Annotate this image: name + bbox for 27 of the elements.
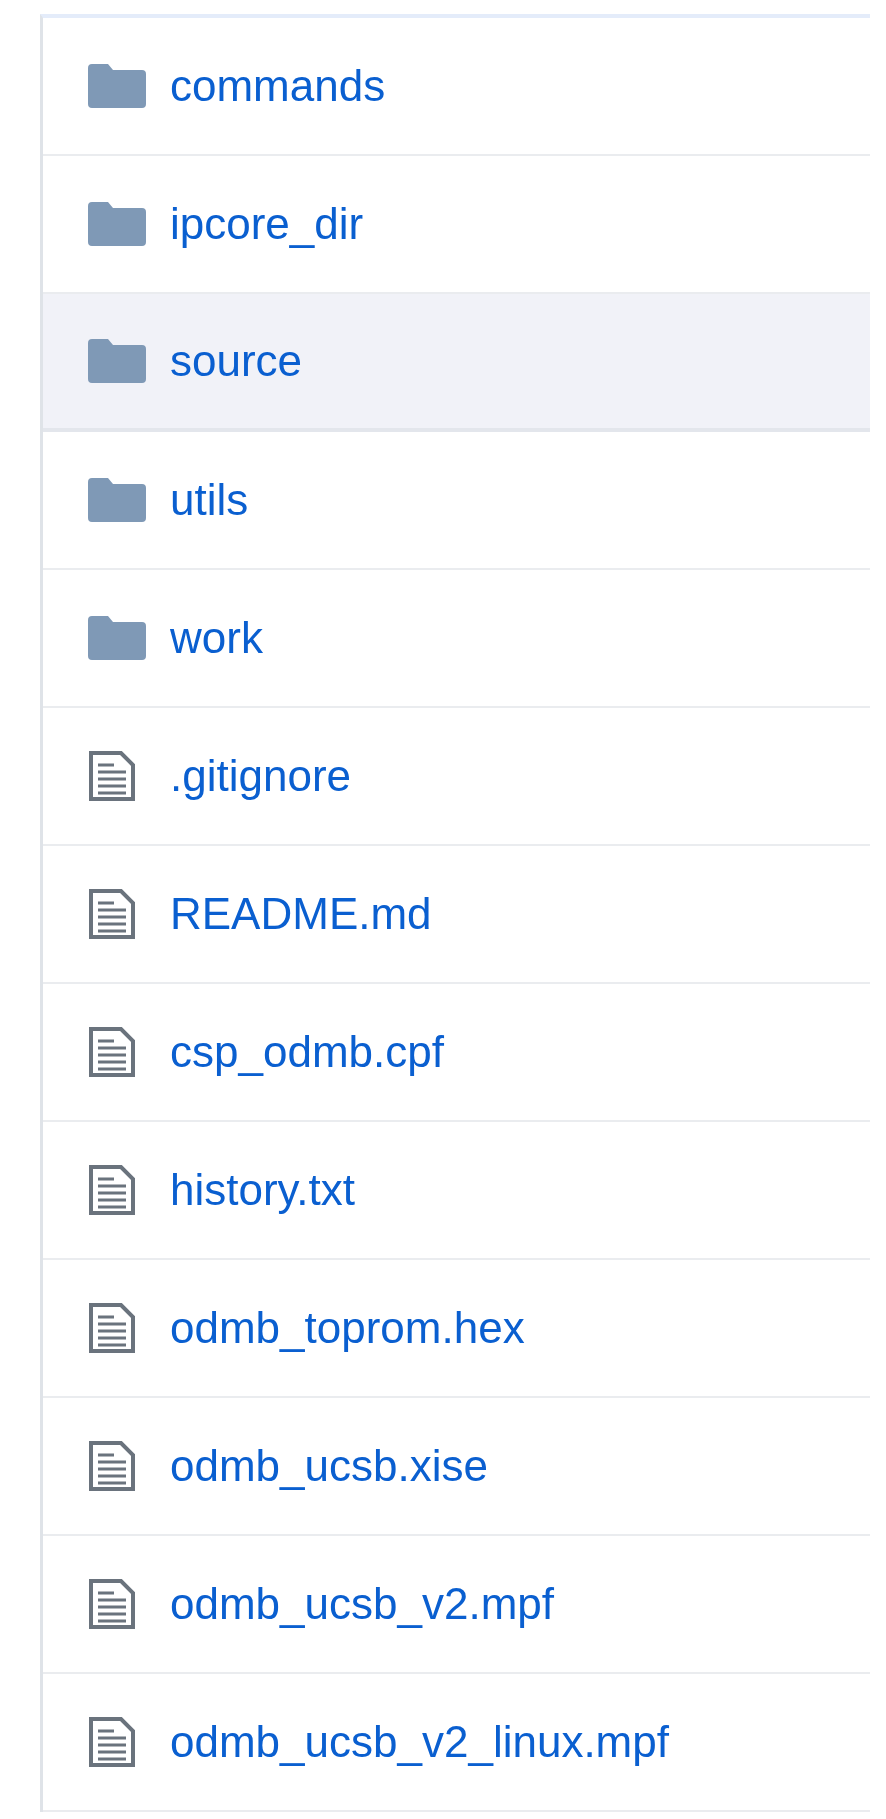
file-link[interactable]: odmb_ucsb.xise <box>170 1441 488 1491</box>
file-link[interactable]: .gitignore <box>170 751 351 801</box>
file-link[interactable]: ipcore_dir <box>170 199 364 249</box>
file-icon <box>88 1026 136 1078</box>
file-link[interactable]: source <box>170 336 303 386</box>
folder-icon <box>88 339 146 383</box>
file-link[interactable]: utils <box>170 475 249 525</box>
file-link[interactable]: csp_odmb.cpf <box>170 1027 444 1077</box>
file-link[interactable]: README.md <box>170 889 432 939</box>
file-row[interactable]: source <box>43 294 870 432</box>
folder-icon <box>88 478 146 522</box>
file-link[interactable]: history.txt <box>170 1165 355 1215</box>
folder-icon <box>88 64 146 108</box>
file-link[interactable]: commands <box>170 61 386 111</box>
file-link[interactable]: work <box>170 613 263 663</box>
folder-icon <box>88 202 146 246</box>
file-icon <box>88 1578 136 1630</box>
file-icon <box>88 1164 136 1216</box>
file-icon <box>88 1440 136 1492</box>
file-icon <box>88 1302 136 1354</box>
folder-icon <box>88 616 146 660</box>
file-link[interactable]: odmb_toprom.hex <box>170 1303 525 1353</box>
file-link[interactable]: odmb_ucsb_v2.mpf <box>170 1579 554 1629</box>
file-icon <box>88 888 136 940</box>
file-icon <box>88 1716 136 1768</box>
file-icon <box>88 750 136 802</box>
file-link[interactable]: odmb_ucsb_v2_linux.mpf <box>170 1717 669 1767</box>
